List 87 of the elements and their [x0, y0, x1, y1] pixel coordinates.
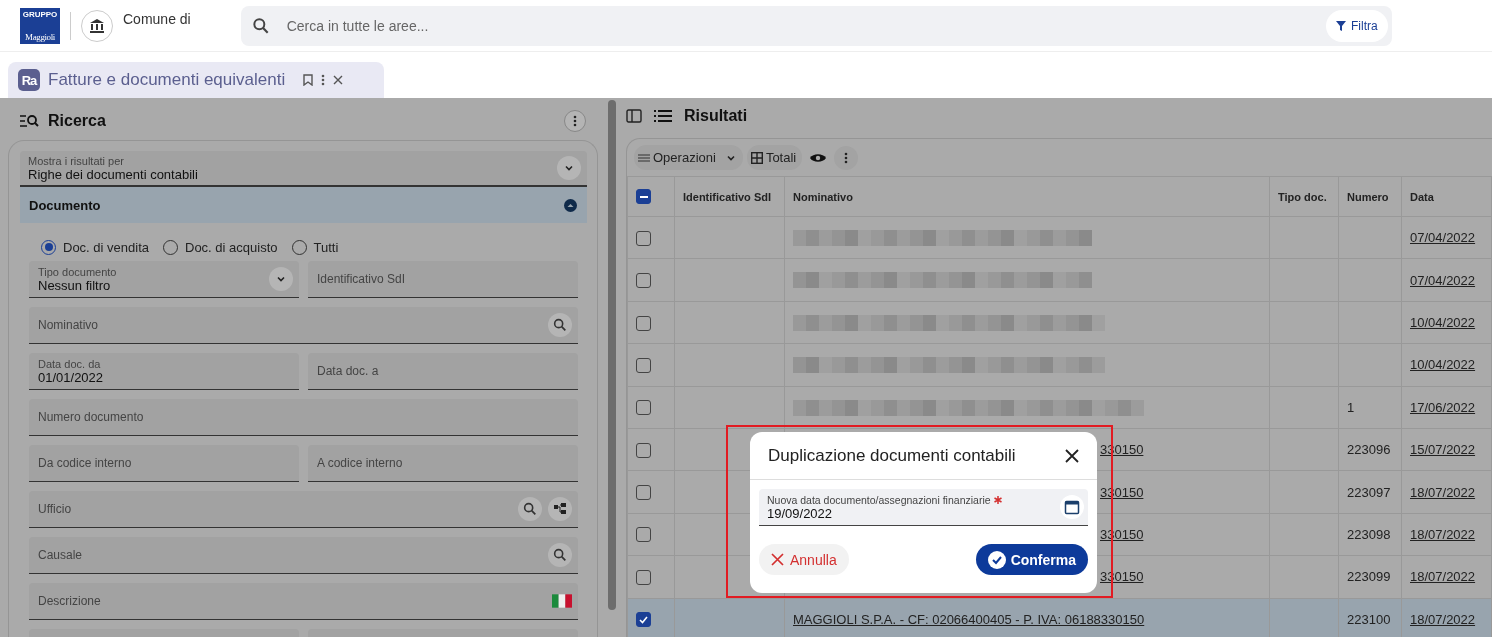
search-icon — [552, 317, 568, 333]
close-icon — [771, 553, 784, 566]
minus-icon — [639, 195, 648, 198]
input-field[interactable]: Nominativo — [29, 307, 578, 344]
calendar-icon — [1064, 499, 1080, 515]
row-checkbox[interactable] — [636, 442, 651, 458]
date-field[interactable]: Nuova data documento/assegnazioni finanziarie 19/09/2022 — [759, 489, 1088, 526]
input-field[interactable]: Descrizione — [29, 583, 578, 620]
operations-button[interactable]: Operazioni — [634, 145, 743, 170]
row-checkbox[interactable] — [636, 485, 651, 501]
row-checkbox[interactable] — [636, 230, 651, 246]
row-checkbox[interactable] — [636, 273, 651, 289]
tree-button[interactable] — [548, 497, 572, 521]
input-field[interactable]: Numero documento — [29, 399, 578, 436]
panel-title: Ricerca — [48, 112, 107, 130]
radio-option[interactable]: Tutti — [291, 233, 339, 261]
dialog-title: Duplicazione documenti contabili — [768, 445, 1016, 466]
tree-icon — [554, 503, 566, 515]
entity-name: Comune di — [123, 11, 191, 27]
search-field[interactable]: Cerca in tutte le aree... Filtra — [240, 5, 1392, 46]
dropdown-button[interactable] — [557, 156, 581, 180]
sidebar-toggle-icon[interactable] — [626, 109, 642, 123]
radio-option[interactable]: Doc. di acquisto — [163, 233, 278, 261]
menu-icon — [638, 152, 650, 163]
eye-icon — [810, 152, 827, 163]
select-all-checkbox[interactable] — [636, 189, 651, 204]
app-badge: Ra — [18, 69, 40, 91]
table-cell: 223098 — [1347, 526, 1391, 542]
row-checkbox[interactable] — [636, 569, 651, 585]
list-icon — [654, 109, 672, 123]
select-field[interactable]: Tipo documento Nessun filtro — [29, 261, 299, 298]
row-checkbox[interactable] — [636, 315, 651, 331]
more-button[interactable] — [564, 110, 586, 132]
check-icon — [639, 615, 648, 624]
search-button[interactable] — [518, 497, 542, 521]
input-field[interactable]: Data doc. da 01/01/2022 — [29, 353, 299, 390]
column-header[interactable]: Data — [1401, 176, 1492, 217]
input-field[interactable]: Causale — [29, 537, 578, 574]
input-field[interactable]: Da codice interno — [29, 445, 299, 482]
filter-button[interactable]: Filtra — [1326, 9, 1388, 42]
search-button[interactable] — [548, 313, 572, 337]
close-icon[interactable] — [333, 75, 344, 85]
row-checkbox[interactable] — [636, 527, 651, 543]
table-cell: 1 — [1347, 399, 1355, 415]
more-icon — [573, 115, 577, 127]
table-cell: 223096 — [1347, 442, 1391, 458]
search-icon — [522, 501, 538, 517]
table-cell: 223097 — [1347, 484, 1391, 500]
more-icon — [844, 151, 849, 164]
more-button[interactable] — [321, 74, 326, 86]
cancel-button[interactable]: Annulla — [759, 544, 849, 575]
search-button[interactable] — [548, 543, 572, 567]
input-field[interactable]: Identificativo SdI — [308, 261, 578, 298]
column-header[interactable]: Numero — [1338, 176, 1402, 217]
totals-button[interactable]: Totali — [746, 145, 803, 170]
check-circle-icon — [987, 550, 1006, 569]
table-cell: 223099 — [1347, 569, 1391, 585]
confirm-button[interactable]: Conferma — [975, 544, 1088, 575]
search-icon — [552, 547, 568, 563]
funnel-icon — [1336, 20, 1347, 31]
scrollbar[interactable] — [608, 100, 616, 610]
flag-icon[interactable] — [552, 594, 572, 608]
input-field[interactable]: Data doc. a — [308, 353, 578, 390]
row-checkbox[interactable] — [636, 612, 651, 628]
company-logo: GRUPPO Maggioli — [20, 7, 60, 44]
panel-title: Risultati — [684, 107, 749, 125]
more-icon — [321, 74, 326, 86]
search-icon — [250, 15, 271, 36]
input-field[interactable]: Ufficio — [29, 491, 578, 528]
row-checkbox[interactable] — [636, 400, 651, 416]
column-header[interactable]: Tipo doc. — [1269, 176, 1339, 217]
column-header[interactable]: Nominativo — [784, 176, 1270, 217]
section-header[interactable]: Documento — [20, 187, 587, 223]
input-field[interactable]: A codice interno — [308, 445, 578, 482]
radio-option[interactable]: Doc. di vendita — [41, 233, 149, 261]
table-icon — [750, 151, 763, 164]
field-value: Righe dei documenti contabili — [28, 166, 199, 182]
calendar-button[interactable] — [1060, 495, 1084, 519]
table-cell: 223100 — [1347, 611, 1391, 627]
row-checkbox[interactable] — [636, 357, 651, 373]
column-header[interactable]: Identificativo SdI — [674, 176, 785, 217]
dropdown-button[interactable] — [269, 267, 293, 291]
close-button[interactable] — [1065, 448, 1079, 463]
search-list-icon — [20, 114, 40, 128]
bookmark-icon[interactable] — [303, 74, 314, 86]
collapse-icon[interactable] — [564, 198, 577, 212]
document-tab[interactable]: Ra Fatture e documenti equivalenti — [8, 62, 384, 98]
